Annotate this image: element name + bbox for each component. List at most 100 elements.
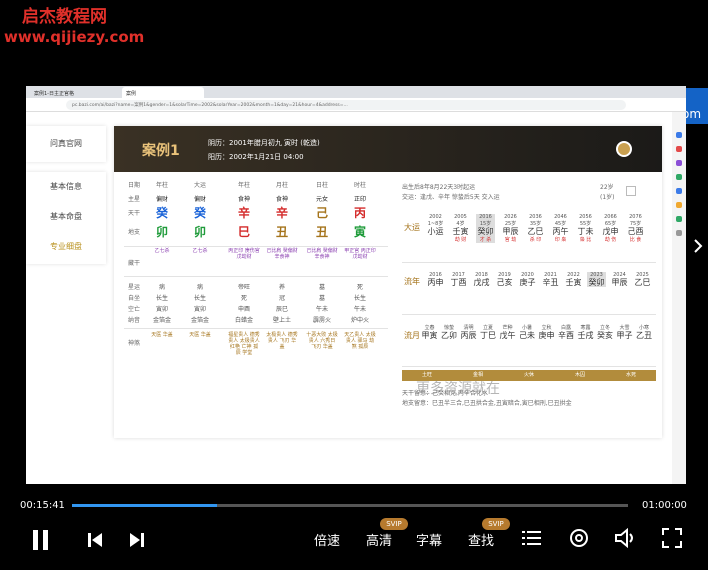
extension-icon[interactable] <box>676 146 682 152</box>
subtitle-button[interactable]: 字幕 <box>416 530 442 549</box>
liuyue-cell-text: 小暑 <box>521 325 532 331</box>
nayin: 金箔金 <box>190 317 209 324</box>
liuyue-cell-text: 小寒 <box>638 325 649 331</box>
extension-icon[interactable] <box>676 160 682 166</box>
liuyue-cell-text: 乙卯 <box>441 331 457 340</box>
speed-button[interactable]: 倍速 <box>314 530 340 549</box>
chevron-right-icon[interactable] <box>692 238 704 254</box>
seal-icon <box>616 141 632 157</box>
liuyue-cell[interactable]: 立冬 癸亥 <box>596 324 615 340</box>
earthly-branch: 巳 <box>237 225 250 239</box>
liunian-cell[interactable]: 2024 甲辰 <box>610 272 629 287</box>
liuyue-cell[interactable]: 立夏 丁巳 <box>479 324 498 340</box>
liuyue-cell[interactable]: 小暑 己未 <box>518 324 537 340</box>
liuyue-cell-text: 丁巳 <box>480 331 496 340</box>
liunian-cell[interactable]: 2025 乙巳 <box>633 272 652 287</box>
dayun-cell[interactable]: 2002 1~8岁 小运 <box>426 214 445 236</box>
liuyue-cell-text: 立春 <box>424 325 435 331</box>
liunian-cell[interactable]: 2020 庚子 <box>518 272 537 287</box>
liuyue-cell[interactable]: 白露 辛酉 <box>557 324 576 340</box>
hidden-stems: 丙正印 庚伤官 戊劫财 <box>228 248 260 260</box>
liuyue-cell[interactable]: 小寒 乙丑 <box>635 324 654 340</box>
void: 午未 <box>353 306 366 313</box>
earthly-branch: 卯 <box>155 225 168 239</box>
quality-button[interactable]: 高清 <box>366 530 392 549</box>
liuyue-cell[interactable]: 寒露 壬戌 <box>576 324 595 340</box>
extension-icon[interactable] <box>676 174 682 180</box>
search-button[interactable]: 查找 <box>468 530 494 549</box>
fullscreen-icon[interactable] <box>662 528 682 548</box>
liunian-cell[interactable]: 2021 辛丑 <box>541 272 560 287</box>
dayun-cell[interactable]: 2056 55岁 丁未枭 比 <box>576 214 595 243</box>
star-luck: 帝旺 <box>237 284 250 291</box>
current-time: 00:15:41 <box>20 500 65 511</box>
void: 申酉 <box>237 306 250 313</box>
volume-icon[interactable] <box>614 528 638 548</box>
dayun-cell[interactable]: 2036 35岁 乙巳杀 印 <box>526 214 545 243</box>
dayun-cell[interactable]: 2005 4岁 壬寅劫 财 <box>451 214 470 243</box>
nav-item-official[interactable]: 问真官网 <box>26 129 106 159</box>
playlist-icon[interactable] <box>522 529 542 547</box>
progress-bar[interactable] <box>72 504 628 507</box>
dayun-cell[interactable]: 2066 65岁 戊申劫 伤 <box>601 214 620 243</box>
liuyue-cell[interactable]: 立秋 庚申 <box>537 324 556 340</box>
next-icon[interactable] <box>128 530 146 550</box>
liunian-cell[interactable]: 2017 丁酉 <box>449 272 468 287</box>
shensha: 太极贵人 德秀贵人 飞刃 华盖 <box>266 332 298 350</box>
liunian-cell[interactable]: 2023 癸卯 <box>587 272 606 287</box>
svip-badge: SVIP <box>380 518 408 530</box>
extension-icon[interactable] <box>676 188 682 194</box>
browser-tab[interactable]: 案例1-日主正官格 <box>30 87 112 98</box>
liuyue-cell[interactable]: 大雪 甲子 <box>615 324 634 340</box>
element-huo: 火休 <box>523 372 534 378</box>
dayun-cell[interactable]: 2026 25岁 甲辰官 劫 <box>501 214 520 243</box>
liunian-cell[interactable]: 2022 壬寅 <box>564 272 583 287</box>
extension-icon[interactable] <box>676 202 682 208</box>
nav-item-basic-info[interactable]: 基本信息 <box>26 172 106 202</box>
heavenly-stem: 辛 <box>275 206 288 220</box>
extension-icon[interactable] <box>676 230 682 236</box>
liuyue-cell[interactable]: 立春 甲寅 <box>420 324 439 340</box>
nav-item-pro-chart[interactable]: 专业细盘 <box>26 232 106 262</box>
heavenly-stem: 己 <box>315 206 328 220</box>
liuyue-cell-text: 白露 <box>560 325 571 331</box>
settings-icon[interactable] <box>568 527 590 549</box>
dayun-cell-text: 才 杀 <box>479 237 492 243</box>
liuyue-cell[interactable]: 清明 丙辰 <box>459 324 478 340</box>
star-luck: 养 <box>278 284 285 291</box>
liunian-cell-text: 庚子 <box>519 278 536 287</box>
liunian-cell[interactable]: 2018 戊戌 <box>472 272 491 287</box>
liunian-cell[interactable]: 2019 己亥 <box>495 272 514 287</box>
nav-item-basic-chart[interactable]: 基本命盘 <box>26 202 106 232</box>
dayun-cell[interactable]: 2016 15岁 癸卯才 杀 <box>476 214 495 243</box>
dayun-cell[interactable]: 2076 75岁 己酉比 食 <box>626 214 645 243</box>
liuyue-cell-text: 甲子 <box>616 331 633 340</box>
main-star: 元女 <box>315 196 328 203</box>
void: 午未 <box>315 306 328 313</box>
liunian-cell[interactable]: 2016 丙申 <box>426 272 445 287</box>
earthly-branch: 丑 <box>315 225 328 239</box>
nayin: 白蜡金 <box>234 317 253 324</box>
pillar-header: 年柱 <box>237 182 250 189</box>
dayun-cell[interactable]: 2046 45岁 丙午印 枭 <box>551 214 570 243</box>
liuyue-cell-text: 大雪 <box>619 325 630 331</box>
extension-icon[interactable] <box>676 132 682 138</box>
browser-tab-active[interactable]: 案例 <box>122 87 204 98</box>
switch-button[interactable] <box>626 186 636 196</box>
pause-icon[interactable] <box>30 528 52 552</box>
previous-icon[interactable] <box>86 530 104 550</box>
liunian-cell-text: 辛丑 <box>542 278 559 287</box>
void: 寅卯 <box>155 306 168 313</box>
dayun-cell-text: 甲辰 <box>502 227 519 236</box>
extension-icon[interactable] <box>676 216 682 222</box>
brand-url-watermark: www.qijiezy.com <box>4 28 145 46</box>
liuyue-cell[interactable]: 芒种 戊午 <box>498 324 517 340</box>
dayun-cell-text: 丙午 <box>552 227 569 236</box>
star-luck: 死 <box>356 284 363 291</box>
shensha: 天乙贵人 太极贵人 驿马 劫煞 孤辰 <box>344 332 376 350</box>
hidden-stems: 乙七杀 <box>192 248 208 254</box>
star-luck: 病 <box>196 284 203 291</box>
void: 寅卯 <box>193 306 206 313</box>
url-field[interactable]: pc.bazi.com/ai/bazi?name=案例1&gender=1&so… <box>66 100 626 110</box>
liuyue-cell[interactable]: 惊蛰 乙卯 <box>440 324 459 340</box>
